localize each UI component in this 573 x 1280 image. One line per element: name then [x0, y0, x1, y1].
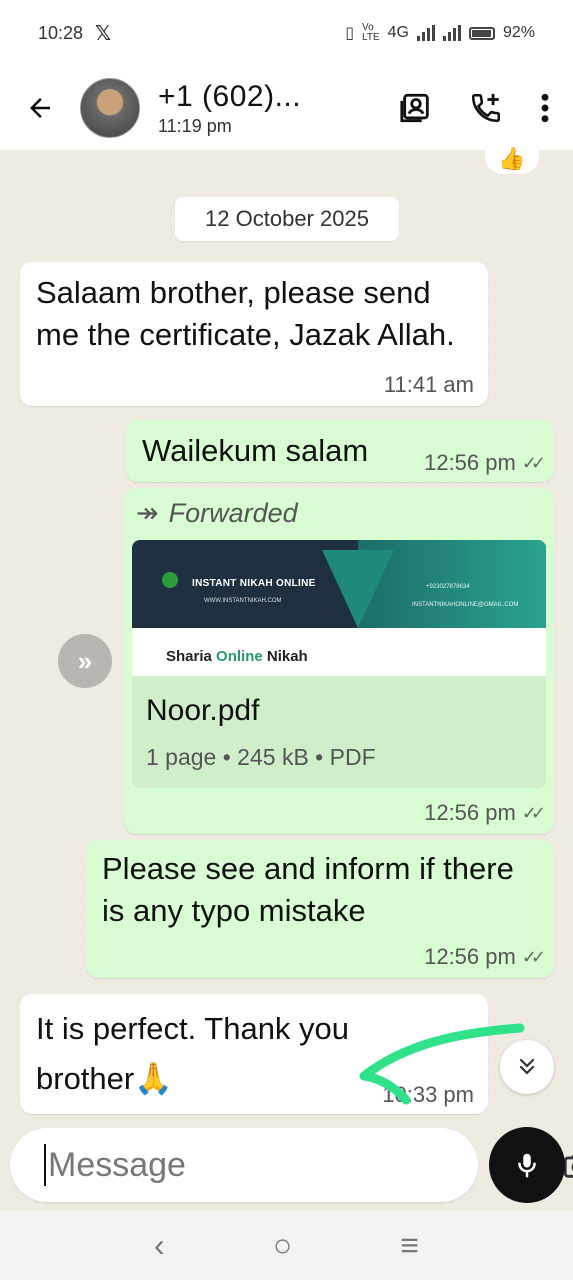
mic-icon — [518, 1153, 536, 1178]
last-seen: 11:19 pm — [158, 115, 232, 136]
date-separator: 12 October 2025 — [175, 197, 399, 241]
forwarded-text: Forwarded — [168, 498, 298, 528]
message-text: Wailekum salam — [142, 433, 369, 468]
message-time: 12:56 pm — [424, 944, 516, 969]
document-thumbnail: INSTANT NIKAH ONLINE WWW.INSTANTNIKAH.CO… — [132, 540, 546, 676]
thumb-email: INSTANTNIKAHONLINE@GMAIL.COM — [412, 602, 519, 608]
thumb-brand: INSTANT NIKAH ONLINE — [192, 578, 316, 589]
document-name: Noor.pdf — [146, 694, 260, 727]
back-button[interactable] — [0, 93, 80, 123]
message-input[interactable] — [44, 1144, 491, 1186]
contact-card-icon[interactable] — [399, 91, 433, 125]
signal-icon — [442, 25, 461, 41]
scroll-down-button[interactable] — [500, 1040, 554, 1094]
more-vert-icon[interactable] — [539, 92, 551, 124]
add-call-icon[interactable] — [469, 91, 503, 125]
chat-area[interactable]: 👍 12 October 2025 Salaam brother, please… — [0, 140, 573, 1124]
forwarded-icon: ↠ — [136, 498, 159, 528]
system-nav-bar: ‹ ○ ≡ — [0, 1210, 573, 1280]
status-time: 10:28 — [38, 22, 84, 43]
message-time: 12:56 pm — [424, 450, 516, 475]
message-bubble-outgoing[interactable]: Wailekum salam 12:56 pm ✓✓ — [126, 420, 554, 482]
thumb-phone: +923027878634 — [426, 584, 470, 590]
network-label: 4G — [387, 24, 409, 41]
chat-header: +1 (602)... 11:19 pm — [0, 66, 573, 150]
battery-level: 92% — [502, 24, 535, 41]
thumb-caption: Sharia Online Nikah — [166, 648, 308, 665]
contact-info[interactable]: +1 (602)... 11:19 pm — [158, 80, 301, 137]
volte-icon: Vo LTE — [362, 22, 380, 43]
composer-bar — [10, 1128, 573, 1202]
read-ticks-icon: ✓✓ — [521, 452, 546, 473]
mic-button[interactable] — [489, 1127, 565, 1203]
message-bubble-outgoing[interactable]: Please see and inform if there is any ty… — [86, 840, 554, 978]
message-bubble-incoming[interactable]: Salaam brother, please send me the certi… — [20, 262, 488, 406]
nav-recents-icon[interactable]: ≡ — [400, 1227, 419, 1264]
vibrate-icon: ▯ — [345, 25, 355, 42]
document-card[interactable]: INSTANT NIKAH ONLINE WWW.INSTANTNIKAH.CO… — [132, 540, 546, 788]
signal-icon — [416, 25, 435, 41]
nav-back-icon[interactable]: ‹ — [154, 1227, 165, 1264]
double-chevron-down-icon — [519, 1058, 535, 1075]
forwarded-label: ↠ Forwarded — [136, 498, 298, 529]
status-bar: 10:28 𝕏 ▯ Vo LTE 4G 92% — [0, 0, 573, 66]
share-forward-button[interactable]: » — [58, 634, 112, 688]
read-ticks-icon: ✓✓ — [521, 946, 546, 967]
read-ticks-icon: ✓✓ — [521, 802, 546, 823]
battery-icon — [468, 26, 495, 40]
message-text: Salaam brother, please send me the certi… — [36, 275, 455, 352]
brand-logo-icon — [162, 572, 178, 588]
message-time: 12:56 pm — [424, 800, 516, 825]
reaction-emoji: 👍 — [485, 140, 539, 174]
forward-icon: » — [77, 645, 93, 676]
message-text: It is perfect. Thank you brother🙏 — [36, 1011, 350, 1096]
message-text: Please see and inform if there is any ty… — [102, 851, 514, 928]
avatar[interactable] — [80, 78, 140, 138]
nav-home-icon[interactable]: ○ — [273, 1227, 292, 1264]
back-arrow-icon — [30, 98, 50, 118]
x-logo-icon: 𝕏 — [95, 22, 112, 45]
thumb-website: WWW.INSTANTNIKAH.COM — [204, 598, 282, 604]
contact-name: +1 (602)... — [158, 79, 302, 113]
message-bubble-document[interactable]: ↠ Forwarded INSTANT NIKAH ONLINE WWW.INS… — [124, 488, 554, 834]
message-time: 11:41 am — [383, 372, 474, 397]
document-meta: 1 page • 245 kB • PDF — [146, 744, 376, 770]
